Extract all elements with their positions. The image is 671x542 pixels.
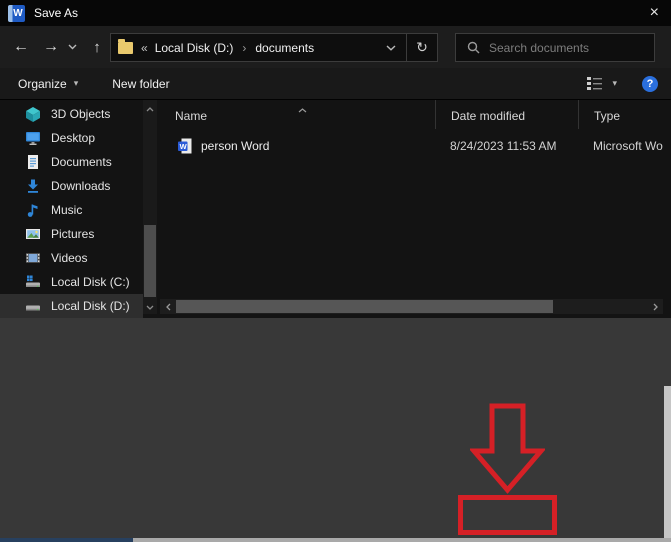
table-row[interactable]: W person Word 8/24/2023 11:53 AM Microso…	[160, 134, 663, 158]
forward-icon[interactable]: →	[38, 26, 64, 68]
help-icon[interactable]: ?	[642, 75, 658, 92]
search-icon	[467, 41, 480, 54]
navigation-bar: ← → ↑ « Local Disk (D:) › documents ↻	[0, 26, 671, 68]
breadcrumb-folder[interactable]: documents	[255, 41, 314, 55]
sidebar-item-label: Documents	[51, 155, 112, 169]
new-folder-label: New folder	[112, 76, 170, 91]
breadcrumb-collapsed[interactable]: «	[141, 41, 148, 55]
scroll-down-icon[interactable]	[143, 300, 157, 314]
sidebar-item-label: Desktop	[51, 131, 96, 145]
drive-c-icon	[26, 275, 40, 287]
breadcrumb-drive[interactable]: Local Disk (D:)	[155, 41, 234, 55]
address-bar[interactable]: « Local Disk (D:) › documents ↻	[110, 33, 438, 62]
organize-label: Organize	[18, 76, 67, 91]
sidebar-item-music[interactable]: Music	[0, 198, 143, 222]
column-header-type[interactable]: Type	[578, 100, 663, 129]
file-list: Name Date modified Type W person Word 8/…	[160, 100, 663, 318]
folder-icon	[118, 38, 133, 54]
sidebar-item-pictures[interactable]: Pictures	[0, 222, 143, 246]
organize-button[interactable]: Organize ▾	[18, 77, 78, 91]
pictures-icon	[26, 229, 40, 239]
svg-text:W: W	[180, 142, 188, 151]
sidebar-item-desktop[interactable]: Desktop	[0, 126, 143, 150]
desktop-icon	[26, 132, 40, 145]
horizontal-scrollbar-thumb[interactable]	[176, 300, 553, 313]
history-chevron-icon[interactable]	[64, 26, 80, 68]
sidebar-item-label: Local Disk (C:)	[51, 275, 130, 289]
chevron-down-icon: ▾	[73, 78, 79, 88]
breadcrumb-separator: ›	[242, 40, 247, 55]
downloads-icon	[28, 179, 38, 193]
background-strip-left	[0, 538, 133, 542]
file-name: person Word	[201, 139, 270, 153]
back-icon[interactable]: ←	[8, 26, 34, 68]
window-title: Save As	[34, 6, 79, 20]
sidebar-item-label: Music	[51, 203, 83, 217]
scroll-right-icon[interactable]	[648, 299, 662, 314]
view-dropdown-icon[interactable]: ▾	[612, 78, 617, 89]
file-date-modified: 8/24/2023 11:53 AM	[450, 139, 557, 153]
sidebar-scrollbar[interactable]	[143, 100, 157, 314]
sidebar-item-3d-objects[interactable]: 3D Objects	[0, 102, 143, 126]
column-header-date-modified[interactable]: Date modified	[435, 100, 578, 129]
file-type: Microsoft Word	[593, 139, 663, 153]
word-file-icon: W	[178, 138, 192, 154]
column-header-row: Name Date modified Type	[160, 100, 663, 129]
address-dropdown-icon[interactable]	[376, 44, 406, 51]
sidebar-item-label: Local Disk (D:)	[51, 299, 130, 313]
sidebar-item-videos[interactable]: Videos	[0, 246, 143, 270]
explorer-area: 3D Objects Desktop Documents Downloads M…	[0, 100, 671, 318]
horizontal-scrollbar[interactable]	[160, 299, 663, 314]
music-icon	[27, 204, 38, 217]
new-folder-button[interactable]: New folder	[112, 77, 169, 91]
save-options-pane: File name: Person Wps Save as type: Word…	[0, 318, 671, 538]
background-strip-right	[133, 538, 671, 542]
search-input[interactable]	[489, 40, 639, 55]
drive-d-icon	[26, 305, 40, 311]
sidebar-item-downloads[interactable]: Downloads	[0, 174, 143, 198]
sidebar-item-label: Downloads	[51, 179, 111, 193]
sidebar-item-label: Videos	[51, 251, 88, 265]
sidebar-item-label: 3D Objects	[51, 107, 111, 121]
3d-objects-icon	[26, 107, 40, 122]
annotation-highlight-rectangle	[458, 495, 557, 535]
command-toolbar: Organize ▾ New folder ▾ ?	[0, 68, 671, 100]
videos-icon	[26, 253, 40, 263]
refresh-icon[interactable]: ↻	[407, 39, 437, 56]
title-bar: W Save As ×	[0, 0, 671, 26]
documents-icon	[28, 155, 38, 169]
background-window-sliver	[664, 386, 671, 538]
annotation-arrow-icon	[470, 403, 545, 494]
search-box[interactable]	[455, 33, 655, 62]
sidebar-item-label: Pictures	[51, 227, 95, 241]
sidebar-item-local-disk-c[interactable]: Local Disk (C:)	[0, 270, 143, 294]
scroll-up-icon[interactable]	[143, 102, 157, 116]
up-icon[interactable]: ↑	[84, 26, 110, 68]
sort-ascending-icon	[298, 102, 307, 116]
save-as-dialog: W Save As × ← → ↑ « Local Disk (D:) › do…	[0, 0, 671, 542]
navigation-pane: 3D Objects Desktop Documents Downloads M…	[0, 102, 143, 318]
scroll-left-icon[interactable]	[161, 299, 175, 314]
sidebar-item-local-disk-d[interactable]: Local Disk (D:)	[0, 294, 143, 318]
word-app-icon: W	[8, 4, 25, 22]
view-list-icon[interactable]	[587, 77, 603, 90]
close-icon[interactable]: ×	[650, 5, 659, 21]
sidebar-scrollbar-thumb[interactable]	[144, 225, 156, 297]
sidebar-item-documents[interactable]: Documents	[0, 150, 143, 174]
